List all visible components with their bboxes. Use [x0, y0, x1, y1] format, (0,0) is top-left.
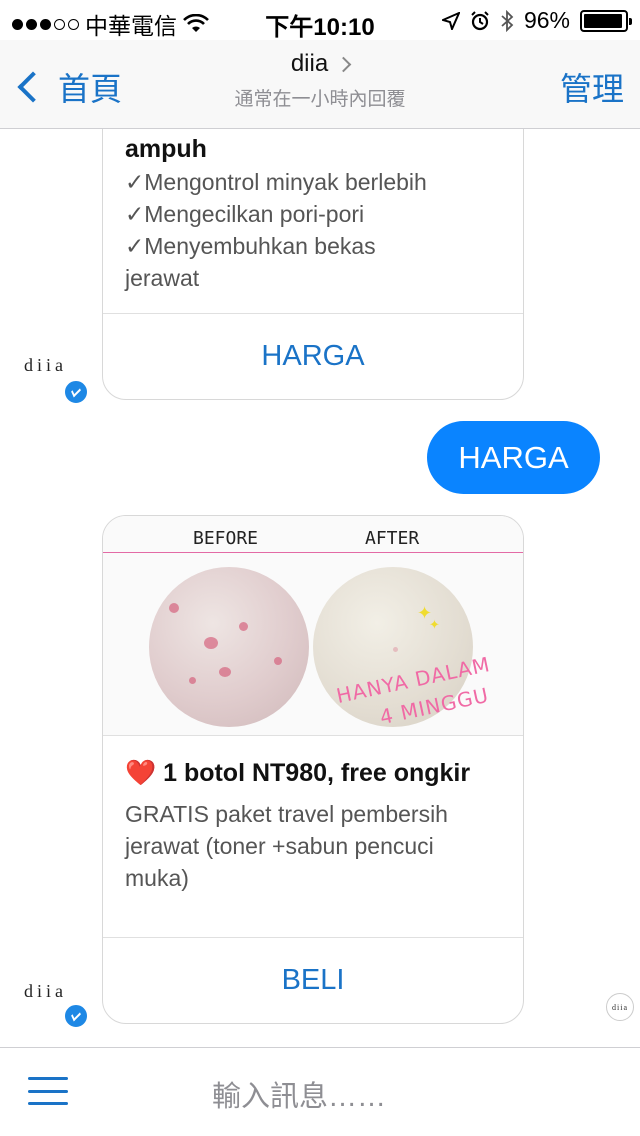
outgoing-message-bubble[interactable]: HARGA	[427, 421, 600, 494]
before-face-photo	[149, 567, 309, 727]
before-after-image[interactable]: BEFORE AFTER ✦ ✦ HANYA DALAM 4 MINGGU	[103, 516, 523, 736]
chat-thread[interactable]: ampuh ✓Mengontrol minyak berlebih ✓Menge…	[0, 129, 640, 1047]
offer-title: ❤️ 1 botol NT980, free ongkir	[125, 756, 501, 790]
battery-level	[584, 13, 623, 28]
harga-button[interactable]: HARGA	[103, 313, 523, 399]
location-icon	[441, 11, 460, 30]
conversation-title: diia	[290, 50, 329, 77]
messenger-badge-icon	[63, 379, 89, 405]
bluetooth-icon	[501, 9, 514, 32]
status-bar: 中華電信 下午10:10 96%	[0, 0, 640, 41]
chevron-right-icon	[335, 56, 352, 72]
after-label: AFTER	[365, 528, 420, 549]
manage-button[interactable]: 管理	[560, 64, 624, 110]
alarm-icon	[471, 10, 489, 30]
message-input[interactable]: 輸入訊息……	[212, 1073, 386, 1115]
heart-icon: ❤️	[125, 759, 157, 787]
beli-button[interactable]: BELI	[103, 937, 523, 1023]
offer-title-text: 1 botol NT980, free ongkir	[163, 759, 471, 787]
messenger-badge-icon	[63, 1003, 89, 1029]
sender-avatar[interactable]: diia	[24, 355, 67, 376]
response-time-subtitle: 通常在一小時內回覆	[234, 89, 406, 110]
card-title: ampuh	[125, 135, 207, 163]
card-description: ✓Mengontrol minyak berlebih ✓Mengecilkan…	[125, 166, 501, 294]
product-card-offer: BEFORE AFTER ✦ ✦ HANYA DALAM 4 MINGGU ❤️	[102, 515, 524, 1024]
sender-avatar[interactable]: diia	[24, 981, 67, 1002]
seen-indicator-avatar: diia	[606, 993, 634, 1021]
benefit-line: jerawat	[125, 265, 200, 291]
offer-description: GRATIS paket travel pembersih jerawat (t…	[125, 801, 448, 891]
before-label: BEFORE	[193, 528, 259, 549]
benefit-line: ✓Mengontrol minyak berlebih	[125, 169, 427, 195]
status-right: 96%	[441, 7, 632, 34]
conversation-header[interactable]: diia 通常在一小時內回覆	[0, 50, 640, 111]
sparkle-icon: ✦	[429, 617, 440, 632]
navigation-bar: 首頁 diia 通常在一小時內回覆 管理	[0, 40, 640, 129]
benefit-line: ✓Menyembuhkan bekas	[125, 233, 376, 259]
benefit-line: ✓Mengecilkan pori-pori	[125, 201, 365, 227]
message-input-bar: 輸入訊息……	[0, 1047, 640, 1136]
product-card-benefits: ampuh ✓Mengontrol minyak berlebih ✓Menge…	[102, 129, 524, 400]
battery-icon	[580, 9, 632, 32]
menu-icon[interactable]	[28, 1077, 68, 1105]
battery-percent: 96%	[523, 7, 570, 33]
divider-line	[103, 552, 523, 553]
